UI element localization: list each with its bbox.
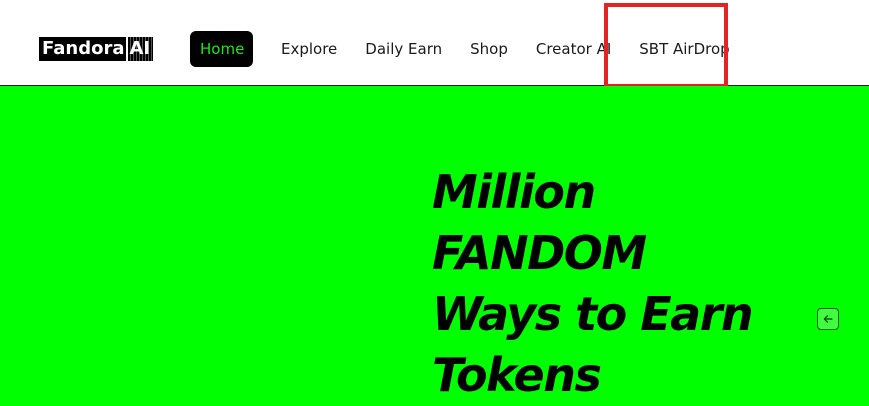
hero-line: Tokens [432,348,602,402]
arrow-left-icon [823,315,833,323]
hero-headline: Million FANDOM Ways to Earn Tokens [432,162,852,406]
nav-home[interactable]: Home [190,31,253,67]
nav-daily-earn[interactable]: Daily Earn [365,40,442,58]
nav-sbt-airdrop[interactable]: SBT AirDrop [639,40,729,58]
logo-ai-mark: AI [126,37,154,61]
page: Fandora AI Home Explore Daily Earn Shop … [0,0,869,406]
fandora-logo[interactable]: Fandora AI [39,37,154,61]
hero-line: FANDOM [432,226,647,280]
hero-line: Ways to Earn [432,287,754,341]
site-header: Fandora AI Home Explore Daily Earn Shop … [0,0,869,88]
logo-wordmark: Fandora [39,37,127,61]
main-nav: Home Explore Daily Earn Shop Creator AI … [190,31,730,67]
hero-banner: Million FANDOM Ways to Earn Tokens [0,86,869,406]
nav-explore[interactable]: Explore [281,40,337,58]
nav-creator-ai[interactable]: Creator AI [536,40,611,58]
slider-prev-button[interactable] [817,308,839,330]
nav-shop[interactable]: Shop [470,40,508,58]
hero-line: Million [432,165,596,219]
